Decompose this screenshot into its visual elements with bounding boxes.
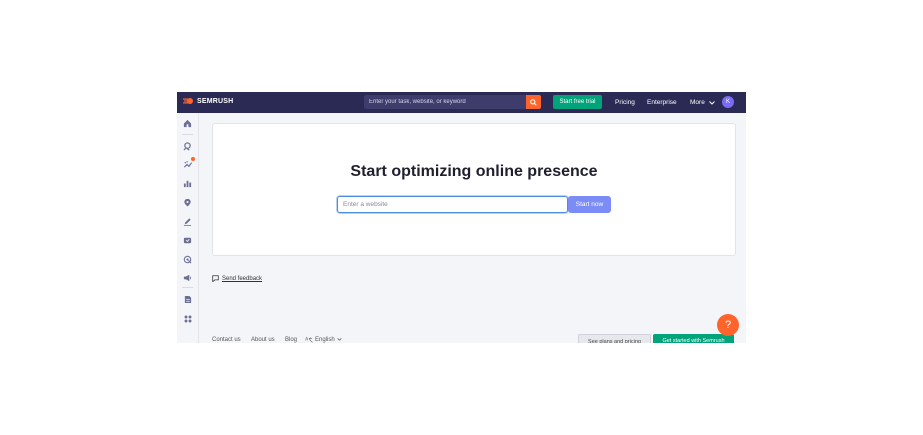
see-plans-button[interactable]: See plans and pricing <box>578 334 651 343</box>
page-title: Start optimizing online presence <box>350 163 598 180</box>
chevron-down-icon <box>337 338 342 341</box>
search-button[interactable] <box>526 95 541 109</box>
footer-contact-link[interactable]: Contact us <box>212 337 241 343</box>
document-icon[interactable] <box>182 294 193 305</box>
notification-dot <box>191 157 195 161</box>
sidebar <box>177 113 199 343</box>
megaphone-icon[interactable] <box>182 272 193 283</box>
start-now-button[interactable]: Start now <box>568 196 611 213</box>
website-input[interactable] <box>337 196 568 213</box>
sidebar-divider <box>182 287 193 288</box>
location-icon[interactable] <box>182 197 193 208</box>
semrush-flame-icon <box>183 98 193 104</box>
footer-about-link[interactable]: About us <box>251 337 275 343</box>
nav-more-label: More <box>690 99 705 106</box>
apps-icon[interactable] <box>182 313 193 324</box>
seo-icon[interactable] <box>182 141 193 152</box>
global-search-input[interactable] <box>364 95 524 109</box>
chart-icon[interactable] <box>182 178 193 189</box>
send-feedback-link[interactable]: Send feedback <box>212 275 262 282</box>
ads-target-icon[interactable] <box>182 254 193 265</box>
help-button[interactable]: ? <box>717 314 739 336</box>
nav-enterprise[interactable]: Enterprise <box>647 96 677 109</box>
home-icon[interactable] <box>182 118 193 129</box>
feedback-icon <box>212 275 219 282</box>
social-icon[interactable] <box>182 235 193 246</box>
nav-pricing[interactable]: Pricing <box>615 96 635 109</box>
nav-more[interactable]: More <box>690 96 715 109</box>
sidebar-divider <box>182 134 193 135</box>
top-bar: SEMRUSH Start free trial Pricing Enterpr… <box>177 92 746 113</box>
start-free-trial-button[interactable]: Start free trial <box>553 95 602 109</box>
logo-text: SEMRUSH <box>197 97 234 105</box>
user-avatar[interactable]: K <box>722 96 734 108</box>
global-search <box>364 95 527 109</box>
semrush-logo[interactable]: SEMRUSH <box>183 97 233 105</box>
content-pen-icon[interactable] <box>182 216 193 227</box>
footer-blog-link[interactable]: Blog <box>285 337 297 343</box>
send-feedback-label: Send feedback <box>222 275 263 282</box>
local-trends-icon[interactable] <box>182 157 195 170</box>
onboarding-card: Start optimizing online presence Start n… <box>212 123 736 256</box>
get-started-button[interactable]: Get started with Semrush <box>653 334 734 343</box>
chevron-down-icon <box>708 100 715 105</box>
semrush-app: SEMRUSH Start free trial Pricing Enterpr… <box>177 92 746 343</box>
search-icon <box>530 98 537 106</box>
language-selector[interactable]: A English <box>305 336 342 343</box>
language-label: English <box>315 336 335 343</box>
translate-icon: A <box>305 337 313 343</box>
svg-text:A: A <box>305 337 309 343</box>
